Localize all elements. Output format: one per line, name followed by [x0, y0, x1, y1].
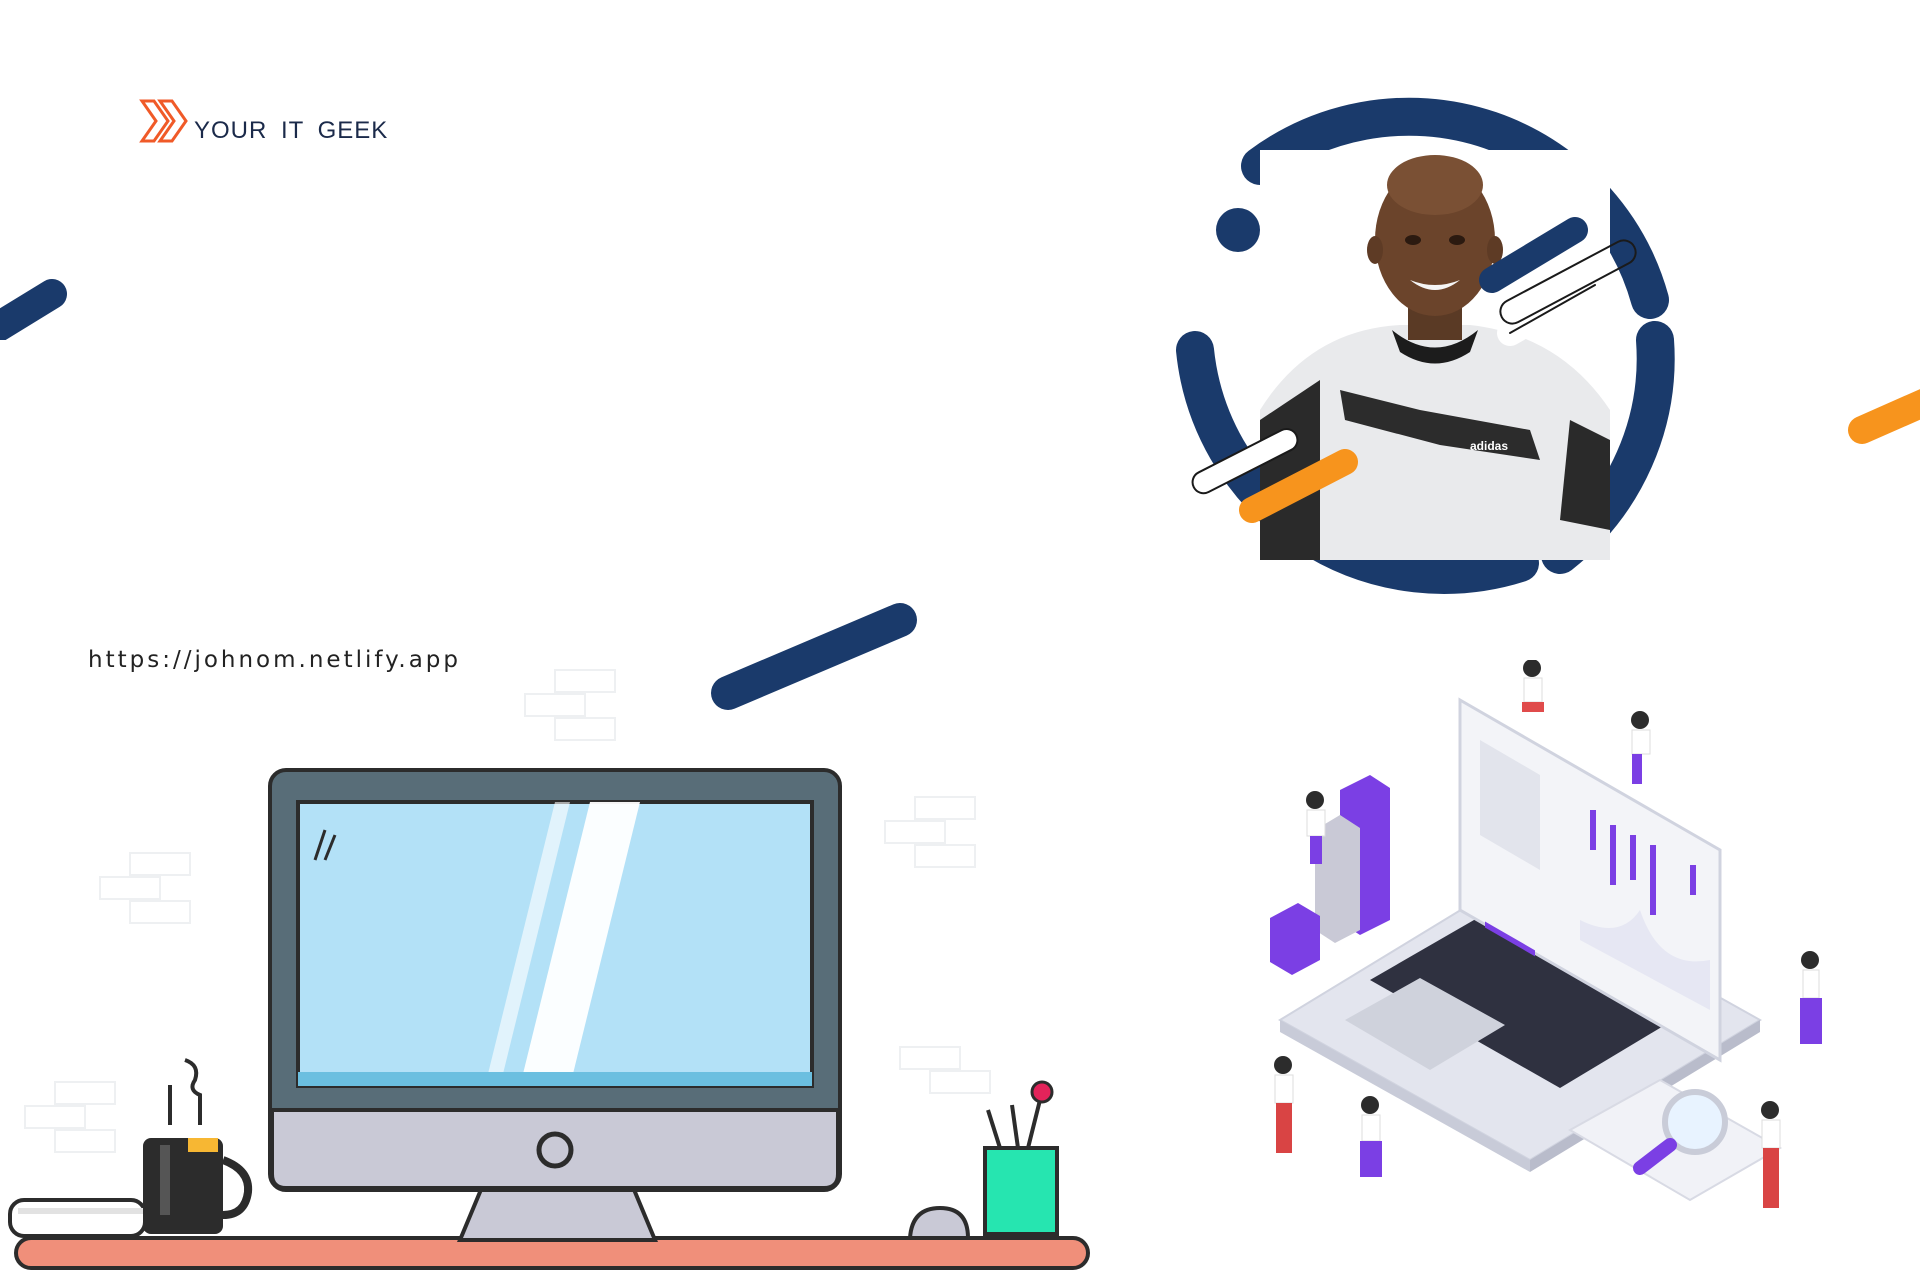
desk [14, 1236, 1090, 1270]
desk-computer-illustration [8, 768, 1090, 1270]
coffee-mug [143, 1138, 223, 1234]
laptop-team-illustration [1270, 660, 1822, 1208]
pen-holder [983, 1146, 1059, 1236]
